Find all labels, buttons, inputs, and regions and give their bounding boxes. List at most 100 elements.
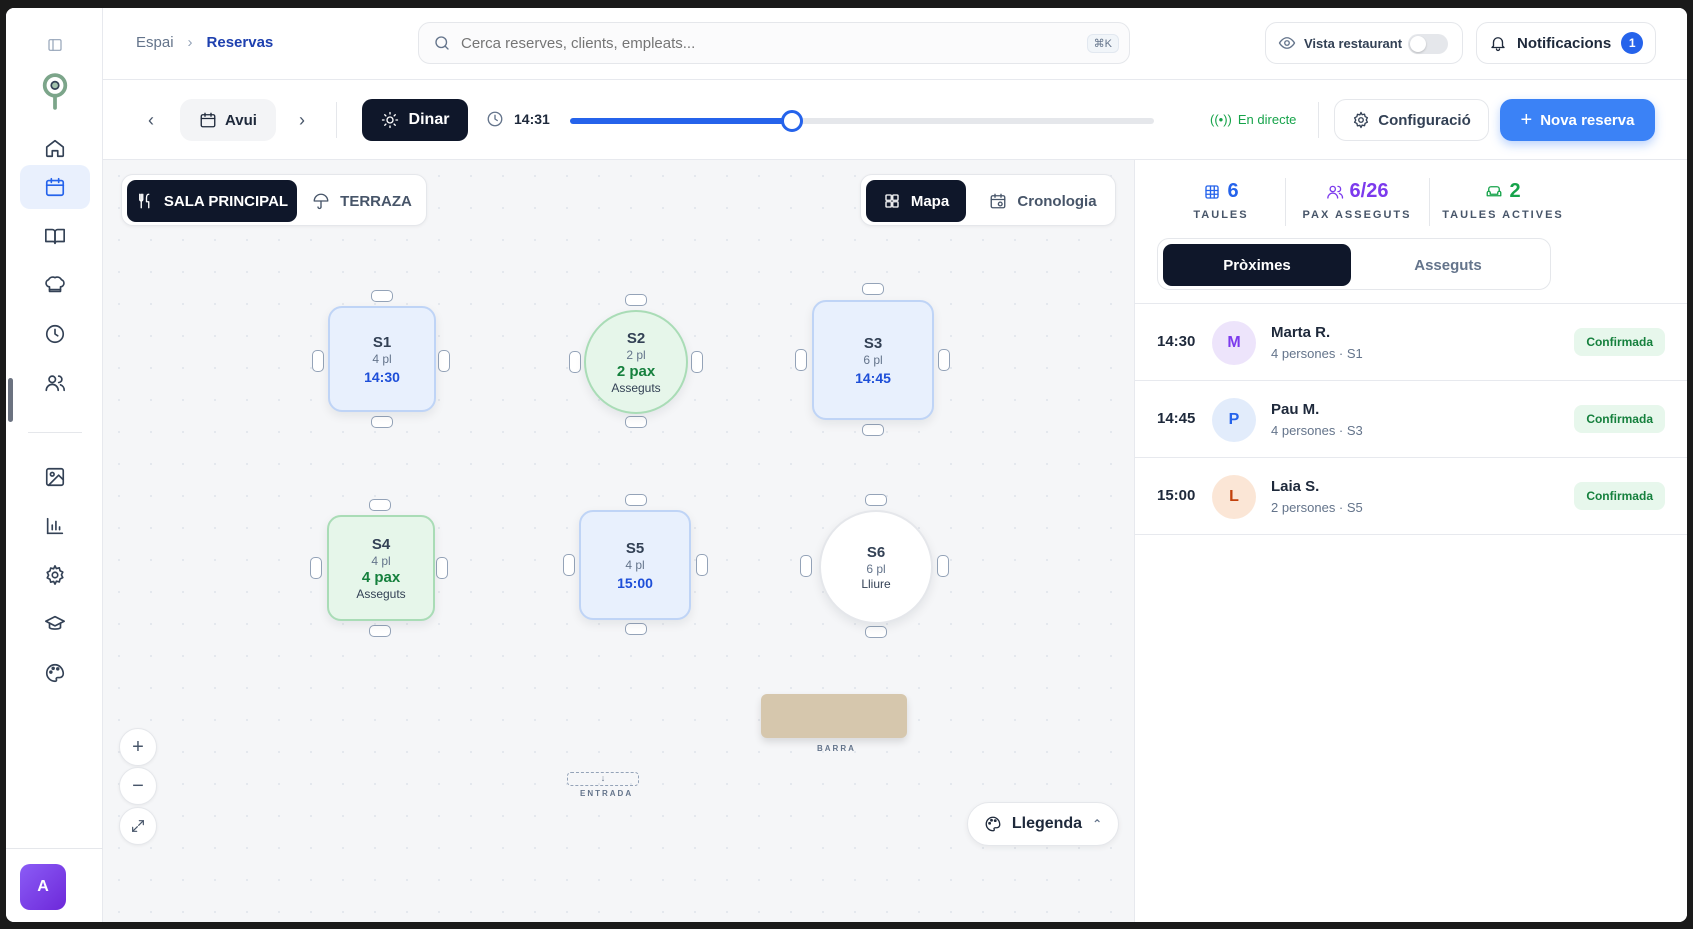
tab-terraza[interactable]: TERRAZA (302, 180, 422, 222)
reservation-list: 14:30 M Marta R. 4 persones · S1 Confirm… (1135, 303, 1687, 535)
configuration-button[interactable]: Configuració (1334, 99, 1489, 141)
chevron-right-icon: › (299, 109, 305, 130)
reservation-detail: 4 persones · S1 (1271, 346, 1363, 361)
entrance-label: ENTRADA (580, 789, 634, 798)
today-button[interactable]: Avui (180, 99, 276, 141)
sidebar-item-training[interactable] (20, 602, 90, 646)
search-bar[interactable]: ⌘K (418, 22, 1130, 64)
notifications-button[interactable]: Notificacions 1 (1476, 22, 1656, 64)
breadcrumb-root[interactable]: Espai (136, 34, 174, 51)
next-day-button[interactable]: › (286, 104, 318, 136)
chair (369, 499, 391, 511)
bar-label: BARRA (817, 744, 856, 753)
table-s4[interactable]: S4 4 pl 4 pax Asseguts (327, 515, 435, 621)
sidebar-item-home[interactable] (20, 126, 90, 170)
table-s6[interactable]: S6 6 pl Lliure (819, 510, 933, 624)
stat-value: 6 (1151, 180, 1291, 203)
chair (371, 290, 393, 302)
chevron-up-icon: ⌃ (1092, 817, 1103, 831)
table-name: S3 (863, 334, 883, 352)
chair (865, 626, 887, 638)
guest-avatar: P (1212, 398, 1256, 442)
user-avatar[interactable]: A (20, 864, 66, 910)
chair (436, 557, 448, 579)
search-shortcut: ⌘K (1086, 34, 1119, 53)
plus-icon: + (132, 735, 144, 758)
panel-tabs: Pròximes Asseguts (1157, 238, 1551, 290)
armchair-icon (1487, 185, 1502, 196)
list-item[interactable]: 14:45 P Pau M. 4 persones · S3 Confirmad… (1135, 381, 1687, 458)
chair (438, 350, 450, 372)
palette-icon (985, 816, 1001, 832)
reservations-panel: 6 TAULES 6/26 PAX ASSEGUTS 2 TAULES ACTI… (1134, 160, 1687, 922)
tab-sala-principal[interactable]: SALA PRINCIPAL (127, 180, 297, 222)
sidebar-item-reservations[interactable] (20, 165, 90, 209)
sidebar-item-theme[interactable] (20, 651, 90, 695)
zoom-out-button[interactable]: − (119, 767, 157, 805)
toggle-switch[interactable] (1408, 34, 1448, 54)
sidebar-item-staff[interactable] (20, 361, 90, 405)
chef-hat-icon (45, 276, 65, 293)
chair (312, 350, 324, 372)
chair (569, 351, 581, 373)
reservation-detail: 4 persones · S3 (1271, 423, 1363, 438)
table-seats: 6 pl (863, 352, 883, 367)
room-label: SALA PRINCIPAL (163, 192, 289, 210)
stat-label: TAULES (1193, 209, 1249, 221)
vista-restaurant-toggle[interactable]: Vista restaurant (1265, 22, 1463, 64)
legend-button[interactable]: Llegenda ⌃ (967, 802, 1119, 846)
sidebar-item-menu[interactable] (20, 214, 90, 258)
view-selector: Mapa Cronologia (860, 174, 1116, 226)
stat-label: PAX ASSEGUTS (1302, 209, 1412, 221)
chair (800, 555, 812, 577)
chair (625, 294, 647, 306)
table-s5[interactable]: S5 4 pl 15:00 (579, 510, 691, 620)
prev-day-button[interactable]: ‹ (135, 104, 167, 136)
sidebar-item-analytics[interactable] (20, 504, 90, 548)
guest-name: Marta R. (1271, 324, 1331, 341)
time-slider-handle[interactable] (780, 110, 803, 132)
floor-map[interactable]: SALA PRINCIPAL TERRAZA Mapa Cronologia S… (103, 160, 1134, 922)
fit-view-button[interactable] (119, 807, 157, 845)
sidebar-item-kitchen[interactable] (20, 263, 90, 307)
room-selector: SALA PRINCIPAL TERRAZA (121, 174, 427, 226)
sun-icon (381, 111, 398, 129)
chair (371, 416, 393, 428)
zoom-in-button[interactable]: + (119, 728, 157, 766)
tab-mapa[interactable]: Mapa (866, 180, 966, 222)
table-name: S5 (625, 539, 645, 557)
time-slider-fill (570, 118, 792, 124)
time-slider[interactable] (570, 110, 1154, 132)
list-item[interactable]: 15:00 L Laia S. 2 persones · S5 Confirma… (1135, 458, 1687, 535)
reservation-time: 15:00 (1157, 487, 1196, 504)
tab-cronologia[interactable]: Cronologia (973, 180, 1113, 222)
table-s2[interactable]: S2 2 pl 2 pax Asseguts (584, 310, 688, 414)
service-dinar-button[interactable]: Dinar (362, 99, 468, 141)
table-s1[interactable]: S1 4 pl 14:30 (328, 306, 436, 412)
sidebar-item-gallery[interactable] (20, 455, 90, 499)
chair (625, 623, 647, 635)
tab-proximes[interactable]: Pròximes (1163, 244, 1351, 286)
search-input[interactable] (461, 34, 1061, 52)
panel-toggle-icon (48, 39, 62, 51)
legend-label: Llegenda (1011, 815, 1083, 832)
sidebar-item-history[interactable] (20, 312, 90, 356)
today-label: Avui (225, 111, 257, 129)
table-name: S1 (372, 333, 392, 351)
sidebar-item-settings[interactable] (20, 553, 90, 597)
sidebar-toggle[interactable] (20, 30, 90, 60)
toolbar: ‹ Avui › Dinar 14:31 ((•)) En directe Co… (103, 80, 1687, 160)
resize-handle[interactable] (8, 378, 13, 422)
table-s3[interactable]: S3 6 pl 14:45 (812, 300, 934, 420)
table-seats: 6 pl (866, 561, 886, 576)
chair (625, 494, 647, 506)
list-item[interactable]: 14:30 M Marta R. 4 persones · S1 Confirm… (1135, 304, 1687, 381)
bell-icon (1491, 37, 1505, 52)
stat-value: 6/26 (1287, 180, 1427, 203)
tab-asseguts[interactable]: Asseguts (1354, 244, 1542, 286)
table-pax: 2 pax (616, 362, 656, 380)
chair (625, 416, 647, 428)
chair (937, 555, 949, 577)
new-reservation-button[interactable]: + Nova reserva (1500, 99, 1655, 141)
users-icon (45, 375, 65, 392)
